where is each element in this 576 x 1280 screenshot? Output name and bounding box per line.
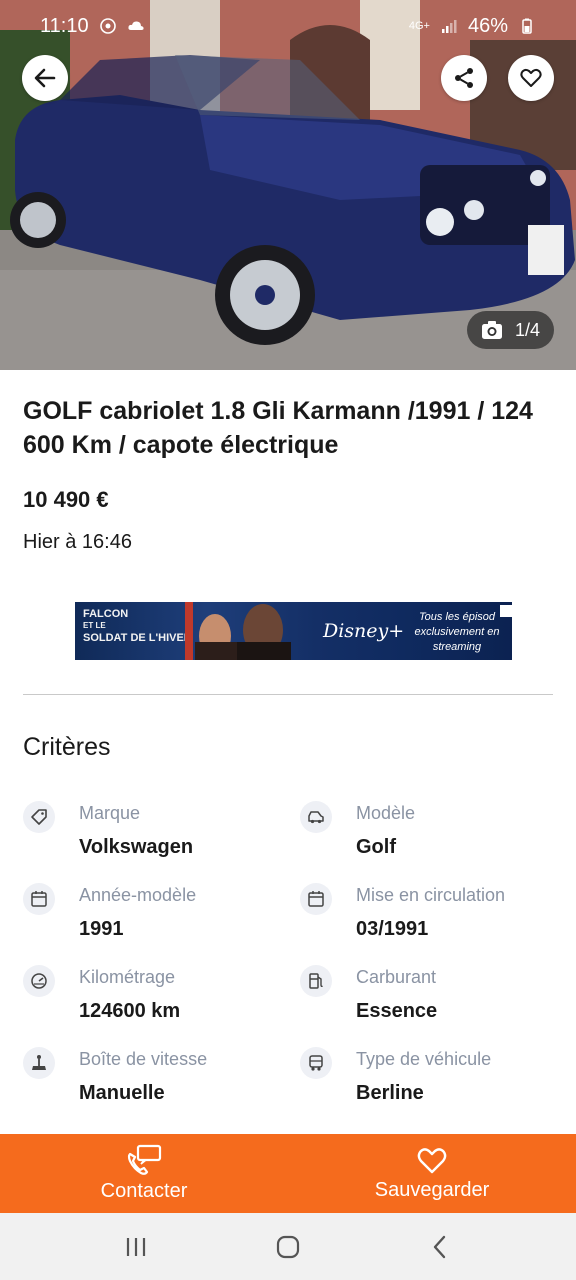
criteria-item-marque: Marque Volkswagen [23,801,283,871]
save-label: Sauvegarder [374,1179,490,1201]
cloud-icon [128,21,144,30]
criteria-label: Carburant [356,967,437,987]
section-divider [23,694,553,695]
recent-apps-button[interactable] [116,1227,156,1267]
ad-right-text: Tous les épisod exclusivement en streami… [414,611,500,653]
ad-title-line3: SOLDAT DE L'HIVER [83,632,192,644]
battery-percent: 46% [467,14,508,37]
calendar-icon [23,883,55,915]
photo-counter-text: 1/4 [514,319,540,340]
criteria-value: Essence [356,1000,438,1022]
ad-brand: Disney+ [323,620,405,642]
heart-icon [520,68,542,87]
share-icon [455,68,473,88]
criteria-label: Marque [79,803,141,823]
criteria-value: 1991 [79,918,124,940]
save-button[interactable]: Sauvegarder [288,1134,576,1213]
criteria-item-type-de-vehicule: Type de véhicule Berline [300,1047,560,1117]
gauge-icon [23,965,55,997]
ad-left-text: FALCON ET LE SOLDAT DE L'HIVER [83,608,192,644]
ad-figures [185,602,291,660]
gearbox-icon [23,1047,55,1079]
heart-icon [417,1148,447,1174]
favorite-button[interactable] [508,55,554,101]
ad-title-line1: FALCON [83,608,129,620]
hotspot-icon [99,18,116,34]
camera-icon [481,321,502,339]
arrow-left-icon [34,68,56,88]
criteria-label: Boîte de vitesse [79,1049,208,1069]
criteria-value: 03/1991 [356,918,429,940]
criteria-item-modele: Modèle Golf [300,801,560,871]
status-bar: 11:10 4G+ 46% [0,0,576,52]
network-type: 4G+ [408,19,430,32]
criteria-value: Berline [356,1082,424,1104]
criteria-item-mise-en-circulation: Mise en circulation 03/1991 [300,883,560,953]
listing-date: Hier à 16:46 [23,531,132,553]
criteria-item-kilometrage: Kilométrage 124600 km [23,965,283,1035]
criteria-item-annee-modele: Année-modèle 1991 [23,883,283,953]
photo-counter: 1/4 [466,311,554,349]
status-time: 11:10 [40,14,89,37]
criteria-label: Mise en circulation [356,885,506,905]
criteria-label: Modèle [356,803,416,823]
car-icon [300,801,332,833]
system-back-button[interactable] [420,1227,460,1267]
system-nav-bar [0,1213,576,1280]
ad-banner[interactable]: FALCON ET LE SOLDAT DE L'HIVER Disney+ T… [75,602,512,660]
fuel-icon [300,965,332,997]
contact-label: Contacter [100,1180,188,1202]
share-button[interactable] [441,55,487,101]
signal-icon [441,20,457,33]
criteria-item-boite-de-vitesse: Boîte de vitesse Manuelle [23,1047,283,1117]
listing-price: 10 490 € [23,487,109,512]
criteria-item-carburant: Carburant Essence [300,965,560,1035]
criteria-label: Type de véhicule [356,1049,492,1069]
photo-gallery[interactable]: 11:10 4G+ 46% 1/4 [0,0,576,370]
back-button[interactable] [22,55,68,101]
vehicle-type-icon [300,1047,332,1079]
chat-phone-icon [127,1144,162,1175]
ad-choices-icon[interactable] [500,605,512,617]
contact-button[interactable]: Contacter [0,1134,288,1213]
ad-title-line2: ET LE [83,621,106,630]
listing-title: GOLF cabriolet 1.8 Gli Karmann /1991 / 1… [23,397,533,459]
criteria-value: Manuelle [79,1082,165,1104]
battery-icon [522,18,532,34]
calendar-icon [300,883,332,915]
criteria-value: Golf [356,836,396,858]
criteria-label: Kilométrage [79,967,176,987]
criteria-title: Critères [23,733,111,761]
tag-icon [23,801,55,833]
action-bar: Contacter Sauvegarder [0,1134,576,1213]
home-button[interactable] [268,1227,308,1267]
criteria-label: Année-modèle [79,885,197,905]
criteria-value: Volkswagen [79,836,194,858]
chevron-left-icon [433,1235,446,1258]
home-icon [276,1235,300,1258]
recent-apps-icon [126,1237,146,1256]
criteria-value: 124600 km [79,1000,181,1022]
